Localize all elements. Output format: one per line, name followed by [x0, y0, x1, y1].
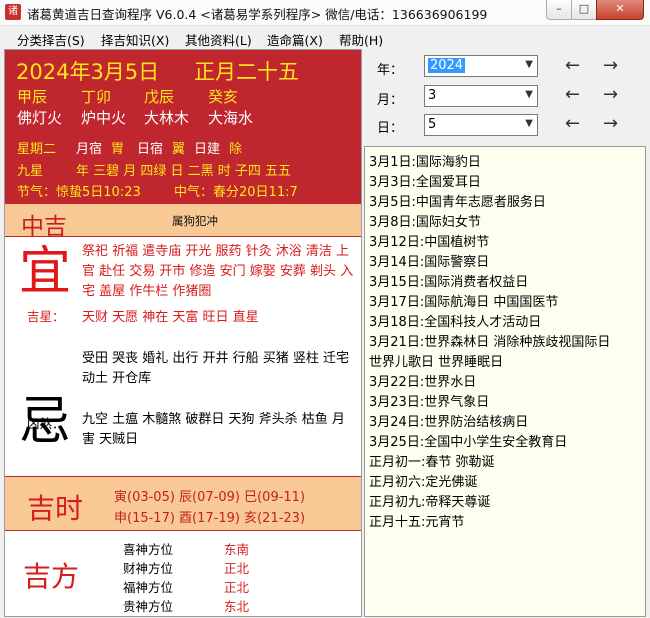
close-button[interactable]: ✕ [596, 0, 644, 20]
jishi-line-2: 申(15-17) 酉(17-19) 亥(21-23) [114, 511, 306, 526]
title-bar: 诸 诸葛黄道吉日查询程序 V6.0.4 <诸葛易学系列程序> 微信/电话：136… [0, 0, 650, 26]
menu-other-data[interactable]: 其他资料(L) [185, 30, 252, 49]
list-item: 3月22日:世界水日 [369, 375, 477, 390]
menu-help[interactable]: 帮助(H) [339, 30, 383, 49]
list-item: 3月25日:全国中小学生安全教育日 [369, 435, 568, 450]
list-item: 3月14日:国际警察日 [369, 255, 490, 270]
nayin-year: 佛灯火 [17, 109, 63, 127]
minimize-button[interactable]: – [546, 0, 572, 20]
nayin-hour: 大海水 [208, 109, 254, 127]
year-select[interactable]: 2024 ▼ [424, 55, 538, 77]
jifang-label: 吉方 [23, 560, 80, 593]
list-item: 3月17日:国际航海日 中国国医节 [369, 295, 559, 310]
jifang-section: 吉方 喜神方位 东南 财神方位 正北 福神方位 正北 贵神方位 东北 [5, 530, 361, 616]
list-item: 3月1日:国际海豹日 [369, 155, 481, 170]
day-jian: 除 [229, 142, 243, 157]
next-year-button[interactable]: → [603, 57, 618, 75]
date-info-box: 2024年3月5日 正月二十五 甲辰 丁卯 戊辰 癸亥 佛灯火 炉中火 大林木 … [5, 50, 361, 204]
clash-note: 属狗犯冲 [172, 214, 218, 228]
day-label: 日： [377, 121, 404, 136]
dropdown-arrow-icon: ▼ [525, 118, 533, 129]
list-item: 3月23日:世界气象日 [369, 395, 490, 410]
list-item: 世界儿歌日 世界睡眠日 [369, 355, 504, 370]
list-item: 3月15日:国际消费者权益日 [369, 275, 529, 290]
dropdown-arrow-icon: ▼ [525, 89, 533, 100]
next-day-button[interactable]: → [603, 115, 618, 133]
prev-year-button[interactable]: ← [565, 57, 580, 75]
list-item: 正月初九:帝释天尊诞 [369, 495, 491, 510]
yi-label: 宜 [19, 242, 72, 302]
menu-selection-knowledge[interactable]: 择吉知识(X) [101, 30, 169, 49]
direction-name: 福神方位 [123, 580, 174, 595]
direction-name: 贵神方位 [123, 599, 174, 614]
day-xiu-label: 日宿 [137, 142, 164, 157]
direction-value: 东南 [224, 542, 250, 557]
day-jian-label: 日建 [194, 142, 221, 157]
menu-zaoming[interactable]: 造命篇(X) [267, 30, 323, 49]
month-label: 月： [377, 93, 404, 108]
prev-month-button[interactable]: ← [565, 86, 580, 104]
direction-name: 财神方位 [123, 561, 174, 576]
ganzhi-hour: 癸亥 [208, 88, 239, 106]
list-item: 3月8日:国际妇女节 [369, 215, 481, 230]
solar-date: 2024年3月5日 [16, 60, 160, 84]
list-item: 正月十五:元宵节 [369, 515, 465, 530]
day-select[interactable]: 5 ▼ [424, 114, 538, 136]
window-title: 诸葛黄道吉日查询程序 V6.0.4 <诸葛易学系列程序> 微信/电话：13663… [27, 7, 488, 22]
direction-value: 东北 [224, 599, 250, 614]
list-item: 3月12日:中国植树节 [369, 235, 490, 250]
list-item: 3月5日:中国青年志愿者服务日 [369, 195, 546, 210]
list-item: 3月24日:世界防治结核病日 [369, 415, 529, 430]
list-item: 3月21日:世界森林日 消除种族歧视国际日 [369, 335, 611, 350]
ganzhi-year: 甲辰 [17, 88, 48, 106]
weekday: 星期二 [17, 142, 57, 157]
year-value: 2024 [428, 58, 466, 73]
direction-value: 正北 [224, 561, 250, 576]
month-xiu-label: 月宿 [76, 142, 103, 157]
direction-value: 正北 [224, 580, 250, 595]
day-xiu: 翼 [172, 142, 186, 157]
menu-bar: 分类择吉(S) 择吉知识(X) 其他资料(L) 造命篇(X) 帮助(H) [0, 27, 650, 49]
jishen-list: 天财 天愿 神在 天富 旺日 直星 [82, 310, 259, 325]
ji-activities: 受田 哭丧 婚礼 出行 开井 行船 买猪 竖柱 迁宅 动土 开仓库 [82, 351, 350, 386]
direction-name: 喜神方位 [123, 542, 174, 557]
month-xiu: 胃 [111, 142, 125, 157]
prev-day-button[interactable]: ← [565, 115, 580, 133]
list-item: 3月18日:全国科技人才活动日 [369, 315, 542, 330]
year-label: 年： [377, 63, 404, 78]
rating-band: 中吉 属狗犯冲 [5, 204, 361, 240]
yi-activities: 祭祀 祈福 遣寺庙 开光 服药 针灸 沐浴 清洁 上官 赴任 交易 开市 修造 … [82, 244, 354, 299]
ganzhi-day: 戊辰 [144, 88, 175, 106]
jieqi: 节气：惊蛰5日10:23 [17, 185, 141, 200]
next-month-button[interactable]: → [603, 86, 618, 104]
jiuxing: 年 三碧 月 四绿 日 二黑 时 子四 五五 [76, 164, 292, 179]
app-icon: 诸 [5, 4, 21, 20]
festival-list[interactable]: 3月1日:国际海豹日 3月3日:全国爱耳日 3月5日:中国青年志愿者服务日 3月… [364, 146, 646, 617]
lunar-date: 正月二十五 [194, 60, 299, 84]
ganzhi-month: 丁卯 [81, 88, 112, 106]
list-item: 正月初一:春节 弥勒诞 [369, 455, 495, 470]
list-item: 正月初六:定光佛诞 [369, 475, 478, 490]
jiuxing-label: 九星 [17, 164, 44, 179]
jishi-label: 吉时 [27, 492, 84, 525]
day-value: 5 [428, 117, 437, 132]
jishi-line-1: 寅(03-05) 辰(07-09) 巳(09-11) [114, 490, 306, 505]
menu-category-selection[interactable]: 分类择吉(S) [17, 30, 85, 49]
divider [5, 236, 361, 237]
month-select[interactable]: 3 ▼ [424, 85, 538, 107]
maximize-button[interactable]: □ [571, 0, 597, 20]
jishen-label: 吉星： [27, 309, 65, 324]
month-value: 3 [428, 88, 437, 103]
list-item: 3月3日:全国爱耳日 [369, 175, 481, 190]
xiongsha-label: 凶煞： [27, 416, 65, 431]
nayin-month: 炉中火 [81, 109, 127, 127]
nayin-day: 大林木 [144, 109, 190, 127]
xiongsha-list: 九空 土瘟 木髓煞 破群日 天狗 斧头杀 枯鱼 月害 天贼日 [82, 412, 345, 447]
zhongqi: 中气：春分20日11:7 [174, 185, 298, 200]
dropdown-arrow-icon: ▼ [525, 59, 533, 70]
